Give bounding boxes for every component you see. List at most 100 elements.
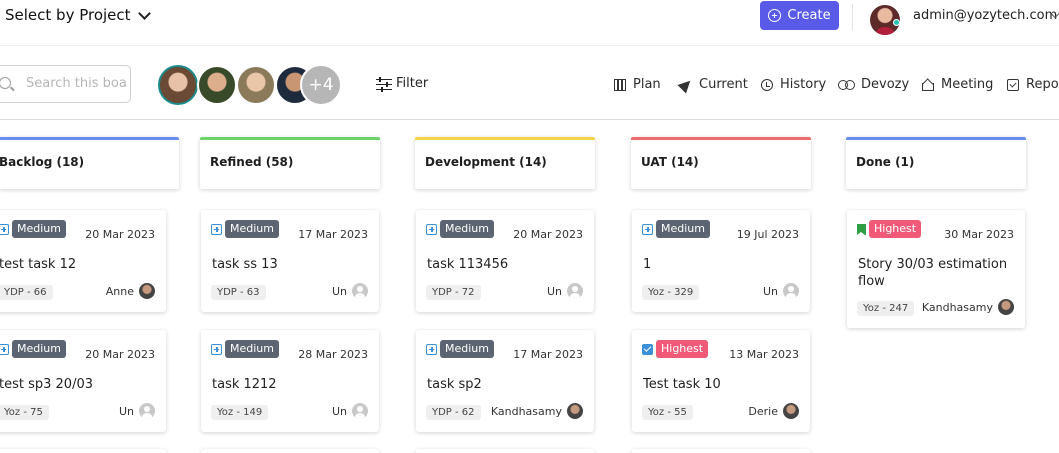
- priority-badge: Medium: [225, 220, 279, 238]
- card-assignee: Un: [547, 283, 583, 299]
- card-title: test task 12: [0, 257, 77, 272]
- card-date: 19 Jul 2023: [736, 228, 799, 241]
- task-card[interactable]: Medium 19 Jul 2023 1 Yoz - 329 Un: [632, 210, 810, 312]
- issue-key: Yoz - 329: [642, 285, 700, 300]
- card-title: Story 30/03 estimation flow: [858, 257, 1008, 289]
- card-date: 28 Mar 2023: [298, 348, 368, 361]
- task-card[interactable]: Medium 20 Mar 2023 task 113456 YDP - 72 …: [416, 210, 594, 312]
- plus-circle-icon: [768, 9, 782, 22]
- nav-current[interactable]: Current: [677, 76, 748, 93]
- subtask-icon: [426, 343, 437, 355]
- subtask-icon: [642, 223, 653, 235]
- task-card[interactable]: Highest 13 Mar 2023 Test task 10 Yoz - 5…: [632, 330, 810, 432]
- card-title: task ss 13: [212, 257, 278, 272]
- user-email[interactable]: admin@yozytech.com: [913, 8, 1057, 23]
- priority-badge: Highest: [656, 340, 709, 358]
- card-meta: Medium: [0, 340, 66, 358]
- priority-badge: Medium: [225, 340, 279, 358]
- home-icon: [922, 82, 934, 91]
- search-icon: [0, 77, 11, 89]
- task-icon: [642, 343, 653, 355]
- subtask-icon: [426, 223, 437, 235]
- priority-badge: Medium: [12, 220, 66, 238]
- search-box[interactable]: [0, 65, 131, 103]
- nav-label: Meeting: [941, 77, 994, 92]
- assignee-avatar: [352, 403, 368, 419]
- assignee-name: Un: [762, 284, 778, 298]
- card-assignee: Kandhasamy: [922, 299, 1014, 315]
- more-members-badge[interactable]: +4: [300, 64, 342, 106]
- task-card[interactable]: Medium 17 Mar 2023 task sp2 YDP - 62 Kan…: [416, 330, 594, 432]
- task-card[interactable]: [0, 449, 166, 453]
- card-meta: Medium: [426, 340, 494, 358]
- member-avatar[interactable]: [236, 65, 276, 105]
- card-date: 17 Mar 2023: [513, 348, 583, 361]
- task-card[interactable]: [416, 449, 594, 453]
- nav-label: Current: [699, 77, 748, 92]
- divider: [852, 4, 853, 30]
- task-card[interactable]: [632, 449, 810, 453]
- issue-key: YDP - 72: [426, 285, 481, 300]
- create-button-label: Create: [787, 8, 831, 23]
- assignee-name: Un: [331, 404, 347, 418]
- card-assignee: Un: [763, 283, 799, 299]
- card-title: 1: [643, 257, 652, 272]
- subtask-icon: [211, 343, 222, 355]
- history-icon: [761, 78, 773, 91]
- card-title: task sp2: [427, 377, 482, 392]
- nav-devozy[interactable]: Devozy: [838, 77, 909, 92]
- card-date: 17 Mar 2023: [298, 228, 368, 241]
- assignee-avatar: [139, 283, 155, 299]
- card-meta: Medium: [642, 220, 710, 238]
- task-card[interactable]: Medium 28 Mar 2023 task 1212 Yoz - 149 U…: [201, 330, 379, 432]
- card-meta: Medium: [0, 220, 66, 238]
- filter-button[interactable]: Filter: [376, 76, 428, 92]
- subtask-icon: [0, 343, 9, 355]
- project-select-label: Select by Project: [5, 6, 131, 24]
- story-icon: [857, 223, 866, 235]
- project-select-dropdown[interactable]: Select by Project: [5, 6, 151, 24]
- assignee-avatar: [567, 403, 583, 419]
- nav-label: Plan: [633, 77, 661, 92]
- card-date: 20 Mar 2023: [85, 348, 155, 361]
- issue-key: Yoz - 247: [857, 301, 915, 316]
- card-meta: Highest: [642, 340, 709, 358]
- assignee-name: Kandhasamy: [490, 404, 562, 418]
- issue-key: YDP - 62: [426, 405, 481, 420]
- column-header-development: Development (14): [415, 137, 595, 189]
- card-date: 13 Mar 2023: [729, 348, 799, 361]
- member-avatar[interactable]: [158, 65, 198, 105]
- assignee-name: Anne: [105, 284, 134, 298]
- card-date: 20 Mar 2023: [85, 228, 155, 241]
- card-title: test sp3 20/03: [0, 377, 93, 392]
- column-header-refined: Refined (58): [200, 137, 380, 189]
- card-date: 20 Mar 2023: [513, 228, 583, 241]
- nav-label: Devozy: [861, 77, 910, 92]
- card-title: task 1212: [212, 377, 277, 392]
- sliders-icon: [376, 76, 392, 92]
- task-card[interactable]: Medium 20 Mar 2023 test sp3 20/03 Yoz - …: [0, 330, 166, 432]
- create-button[interactable]: Create: [760, 1, 839, 30]
- top-bar: Select by Project Create admin@yozytech.…: [0, 0, 1059, 46]
- task-card[interactable]: Medium 20 Mar 2023 test task 12 YDP - 66…: [0, 210, 166, 312]
- assignee-name: Un: [331, 284, 347, 298]
- nav-plan[interactable]: Plan: [614, 77, 661, 92]
- priority-badge: Highest: [869, 220, 922, 238]
- assignee-avatar: [783, 283, 799, 299]
- task-card[interactable]: Highest 30 Mar 2023 Story 30/03 estimati…: [847, 210, 1025, 328]
- card-meta: Medium: [426, 220, 494, 238]
- member-avatar[interactable]: [197, 65, 237, 105]
- assignee-name: Un: [546, 284, 562, 298]
- map-icon: [614, 78, 626, 91]
- task-card[interactable]: Medium 17 Mar 2023 task ss 13 YDP - 63 U…: [201, 210, 379, 312]
- nav-label: Report: [1026, 77, 1059, 92]
- nav-report[interactable]: Report: [1007, 77, 1059, 92]
- nav-meeting[interactable]: Meeting: [922, 77, 993, 92]
- task-card[interactable]: [201, 449, 379, 453]
- card-meta: Medium: [211, 340, 279, 358]
- chevron-down-icon: [137, 6, 151, 20]
- priority-badge: Medium: [440, 220, 494, 238]
- search-input[interactable]: [26, 76, 126, 91]
- navigation-arrow-icon: [677, 76, 695, 93]
- nav-history[interactable]: History: [761, 77, 826, 92]
